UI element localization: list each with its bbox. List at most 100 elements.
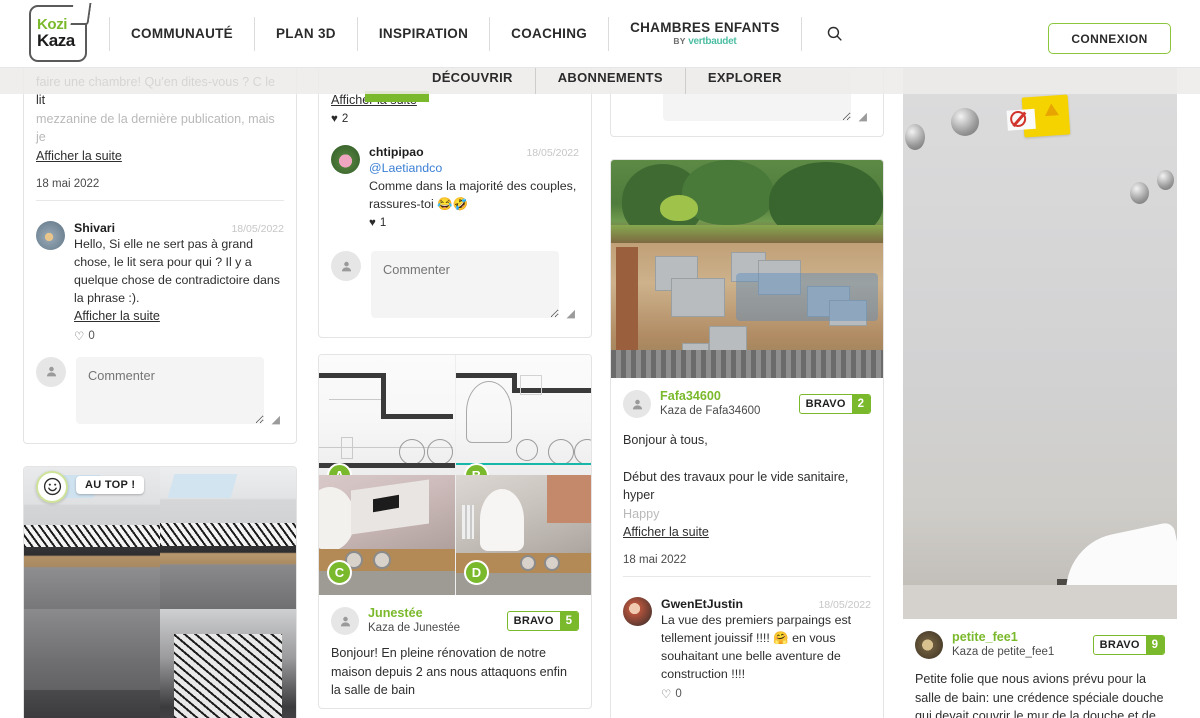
nav-label: PLAN 3D <box>276 26 336 41</box>
user-icon <box>632 399 642 409</box>
like-row[interactable]: ♥ 1 <box>369 217 579 229</box>
like-count: 0 <box>88 329 95 342</box>
logo-text-kozi: Kozi <box>37 16 68 33</box>
avatar <box>36 356 66 387</box>
user-icon <box>46 366 56 377</box>
login-button[interactable]: CONNEXION <box>1048 23 1171 54</box>
masonry-column-4: petite_fee1 Kaza de petite_fee1 BRAVO 9 … <box>903 6 1177 718</box>
post-text-line-2: Début des travaux pour le vide sanitaire… <box>623 469 849 503</box>
heart-filled-icon: ♥ <box>331 113 338 125</box>
masonry-column-2: Afficher la suite ♥ 2 chtipipao 18/05/20… <box>318 6 592 718</box>
show-more-link[interactable]: Afficher la suite <box>36 149 122 163</box>
bravo-badge[interactable]: BRAVO 9 <box>1092 635 1165 655</box>
page-root: Il y a une pièce qui ne sert en pas à gr… <box>0 0 1200 718</box>
subnav-label: ABONNEMENTS <box>557 69 663 85</box>
comment-input[interactable] <box>76 356 264 424</box>
heart-filled-icon: ♥ <box>369 217 376 229</box>
nav-label: CHAMBRES ENFANTS <box>630 20 780 35</box>
like-row[interactable]: ♥ 2 <box>331 113 579 125</box>
post-text-line-1: Bonjour à tous, <box>623 433 708 447</box>
plan-image-grid[interactable]: A B <box>319 355 591 595</box>
bravo-label: BRAVO <box>513 615 554 627</box>
comment-box: ◢ <box>611 701 883 718</box>
site-logo[interactable]: Kozi Kaza <box>29 3 92 62</box>
post-text: Bonjour! En pleine rénovation de notre m… <box>331 646 567 697</box>
comment-show-more-link[interactable]: Afficher la suite <box>74 309 160 323</box>
post-author-row: Fafa34600 Kaza de Fafa34600 BRAVO 2 <box>611 378 883 421</box>
divider <box>623 576 871 577</box>
plan-image-d[interactable]: D <box>455 475 591 595</box>
post-date: 18 mai 2022 <box>623 554 687 566</box>
like-row[interactable]: ♡ 0 <box>74 329 284 343</box>
post-body: Petite folie que nous avions prévu pour … <box>903 662 1177 718</box>
bravo-label: BRAVO <box>1099 639 1140 651</box>
nav-item-plan-3d[interactable]: PLAN 3D <box>255 16 358 51</box>
nav-sublabel-by: BY <box>673 36 686 46</box>
resize-grip-icon[interactable]: ◢ <box>859 110 867 123</box>
masonry-board: Il y a une pièce qui ne sert en pas à gr… <box>0 6 1200 718</box>
main-nav: COMMUNAUTÉ PLAN 3D INSPIRATION COACHING … <box>109 14 852 54</box>
bravo-badge[interactable]: BRAVO 2 <box>798 394 871 414</box>
logo-text-kaza: Kaza <box>37 31 75 50</box>
like-count: 1 <box>379 217 387 229</box>
post-date: 18 mai 2022 <box>36 177 100 190</box>
post-image[interactable] <box>903 66 1177 619</box>
like-row[interactable]: ♡ 0 <box>661 687 871 701</box>
heart-outline-icon: ♡ <box>74 330 85 343</box>
plan-image-a[interactable]: A <box>319 355 455 475</box>
plan-image-b[interactable]: B <box>455 355 591 475</box>
post-author-kaza: Kaza de Junestée <box>368 622 461 634</box>
avatar[interactable] <box>36 220 65 250</box>
avatar[interactable] <box>915 631 943 659</box>
smiley-icon <box>36 470 68 503</box>
nav-item-coaching[interactable]: COACHING <box>490 16 610 51</box>
user-icon <box>340 616 350 626</box>
show-more-link[interactable]: Afficher la suite <box>623 525 709 539</box>
avatar[interactable] <box>331 607 359 635</box>
post-author-name[interactable]: petite_fee1 <box>952 630 1093 645</box>
post-card: petite_fee1 Kaza de petite_fee1 BRAVO 9 … <box>903 6 1177 718</box>
resize-grip-icon[interactable]: ◢ <box>567 307 575 320</box>
plan-label-d: D <box>464 560 489 585</box>
gallery-photo-4[interactable] <box>160 608 296 718</box>
gallery-image-grid[interactable]: AU TOP ! <box>24 466 296 718</box>
comment: Shivari 18/05/2022 Hello, Si elle ne ser… <box>24 209 296 343</box>
avatar[interactable] <box>623 390 651 418</box>
comment-author[interactable]: Shivari <box>74 221 115 235</box>
post-body: Bonjour! En pleine rénovation de notre m… <box>319 638 591 708</box>
nav-item-inspiration[interactable]: INSPIRATION <box>358 16 491 51</box>
comment-text: Hello, Si elle ne sert pas à grand chose… <box>74 236 280 305</box>
post-author-kaza: Kaza de Fafa34600 <box>660 405 761 417</box>
post-text-spacer <box>623 450 871 468</box>
smiley-face-icon <box>43 477 61 496</box>
avatar[interactable] <box>623 597 652 626</box>
comment-mention[interactable]: @Laetiandco <box>369 159 579 177</box>
resize-grip-icon[interactable]: ◢ <box>272 413 280 426</box>
gallery-photo-2[interactable] <box>160 466 296 609</box>
post-text: Petite folie que nous avions prévu pour … <box>915 672 1164 718</box>
avatar[interactable] <box>331 145 360 174</box>
comment-text: La vue des premiers parpaings est tellem… <box>661 613 852 681</box>
gallery-photo-1[interactable]: AU TOP ! <box>24 466 160 609</box>
comment: chtipipao 18/05/2022 @Laetiandco Comme d… <box>319 133 591 229</box>
comment-author[interactable]: GwenEtJustin <box>661 597 743 611</box>
search-button[interactable] <box>818 17 852 51</box>
nav-item-communaute[interactable]: COMMUNAUTÉ <box>109 16 255 51</box>
post-card: Fafa34600 Kaza de Fafa34600 BRAVO 2 Bonj… <box>610 159 884 718</box>
post-author-row: Junestée Kaza de Junestée BRAVO 5 <box>319 595 591 638</box>
post-author-name[interactable]: Fafa34600 <box>660 389 799 404</box>
bravo-badge[interactable]: BRAVO 5 <box>506 611 579 631</box>
login-label: CONNEXION <box>1071 31 1148 46</box>
gallery-photo-3[interactable] <box>24 608 160 718</box>
nav-sublabel-brand: vertbaudet <box>688 36 737 47</box>
comment-input[interactable] <box>371 251 559 318</box>
post-author-name[interactable]: Junestée <box>368 606 507 621</box>
comment-date: 18/05/2022 <box>818 599 871 611</box>
like-count: 2 <box>341 113 349 125</box>
plan-image-c[interactable]: C <box>319 475 455 595</box>
masonry-column-3: ◢ Fafa34600 Kaza de Fafa34600 BRAVO 2 Bo… <box>610 6 884 718</box>
nav-label: COACHING <box>511 26 588 41</box>
post-image[interactable] <box>611 160 883 378</box>
comment-author[interactable]: chtipipao <box>369 145 424 159</box>
nav-item-chambres-enfants[interactable]: CHAMBRES ENFANTS BY vertbaudet <box>609 16 802 51</box>
